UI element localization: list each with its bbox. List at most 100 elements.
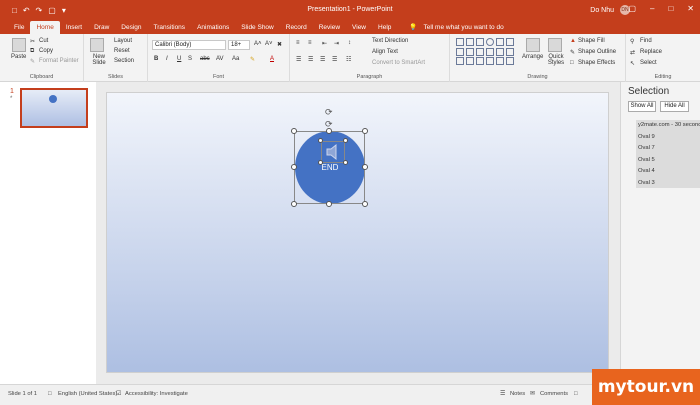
selection-item[interactable]: Oval 5 [636,155,700,167]
smartart-button[interactable]: Convert to SmartArt [372,60,425,66]
brush-icon[interactable]: ✎ [30,58,35,65]
shadow-icon[interactable]: S [188,56,192,62]
find-button[interactable]: Find [640,38,652,44]
minimize-icon[interactable]: – [650,4,654,13]
tab-view[interactable]: View [346,24,372,34]
shape-outline-button[interactable]: Shape Outline [578,49,616,55]
tab-slide-show[interactable]: Slide Show [235,24,280,34]
shape-fill-button[interactable]: Shape Fill [578,38,605,44]
shape-item[interactable] [506,57,514,66]
replace-button[interactable]: Replace [640,49,662,55]
align-left-icon[interactable]: ☰ [296,56,301,63]
shape-item[interactable] [486,47,494,56]
tab-home[interactable]: Home [30,21,60,34]
shape-item[interactable] [486,57,494,66]
italic-icon[interactable]: I [166,56,168,62]
normal-view-icon[interactable]: □ [574,391,578,397]
resize-handle[interactable] [362,128,368,134]
show-all-button[interactable]: Show All [628,101,656,112]
shape-item[interactable] [496,57,504,66]
shape-item[interactable] [476,47,484,56]
selection-item[interactable]: Oval 9 [636,132,700,144]
language[interactable]: English (United States) [58,391,117,397]
cut-button[interactable]: Cut [39,38,48,44]
shape-item[interactable] [456,47,464,56]
bold-icon[interactable]: B [154,56,158,62]
slide-thumbnail[interactable] [20,88,88,128]
shape-item[interactable] [456,57,464,66]
paste-button[interactable]: Paste [11,54,26,60]
reset-button[interactable]: Reset [114,48,130,54]
selection-item[interactable]: Oval 7 [636,143,700,155]
select-button[interactable]: Select [640,60,657,66]
align-center-icon[interactable]: ☰ [308,56,313,63]
shape-item[interactable] [496,47,504,56]
shape-item[interactable] [506,47,514,56]
resize-handle[interactable] [343,160,348,165]
scissors-icon[interactable]: ✂ [30,38,35,45]
shape-item[interactable] [496,38,504,46]
resize-handle[interactable] [291,128,297,134]
hide-all-button[interactable]: Hide All [660,101,689,112]
shape-item[interactable] [486,38,494,46]
decrease-font-icon[interactable]: A˅ [265,41,273,47]
shape-item[interactable] [476,57,484,66]
ribbon-display-icon[interactable]: ▢ [628,4,636,13]
increase-indent-icon[interactable]: ⇥ [334,40,339,47]
resize-handle[interactable] [318,160,323,165]
rotate-handle-icon[interactable]: ⟳ [325,107,333,118]
tab-review[interactable]: Review [313,24,346,34]
numbering-icon[interactable]: ≡ [308,40,312,46]
columns-icon[interactable]: ☷ [346,56,351,63]
maximize-icon[interactable]: □ [668,4,673,13]
selection-item[interactable]: Oval 3 [636,178,700,190]
tab-file[interactable]: File [8,24,30,34]
tab-help[interactable]: Help [372,24,397,34]
rotate-handle-icon[interactable]: ⟳ [325,119,333,130]
shape-item[interactable] [476,38,484,46]
change-case-icon[interactable]: Aa [232,56,239,62]
shape-item[interactable] [466,38,474,46]
resize-handle[interactable] [318,138,323,143]
tab-design[interactable]: Design [115,24,147,34]
resize-handle[interactable] [362,164,368,170]
copy-icon[interactable]: ⧉ [30,48,34,55]
shape-item[interactable] [466,47,474,56]
clear-formatting-icon[interactable]: ✖ [277,41,282,48]
align-text-button[interactable]: Align Text [372,49,398,55]
resize-handle[interactable] [343,138,348,143]
quick-styles-icon[interactable] [548,38,562,52]
tell-me-search[interactable]: Tell me what you want to do [423,24,509,34]
format-painter-button[interactable]: Format Painter [39,58,79,64]
shapes-gallery[interactable] [456,38,518,66]
selection-item[interactable]: y2mate.com - 30 seconds [636,120,700,132]
align-right-icon[interactable]: ☰ [320,56,325,63]
layout-button[interactable]: Layout [114,38,132,44]
start-from-beginning-icon[interactable]: ▢ [48,6,56,15]
copy-button[interactable]: Copy [39,48,53,54]
arrange-icon[interactable] [526,38,540,52]
undo-icon[interactable]: ↶ [23,6,30,15]
text-direction-button[interactable]: Text Direction [372,38,408,44]
shape-item[interactable] [466,57,474,66]
tab-animations[interactable]: Animations [191,24,235,34]
section-button[interactable]: Section [114,58,134,64]
selection-item[interactable]: Oval 4 [636,166,700,178]
justify-icon[interactable]: ☰ [332,56,337,63]
font-size-select[interactable]: 18+ [228,40,250,50]
customize-qat-icon[interactable]: ▾ [62,6,66,15]
increase-font-icon[interactable]: A˄ [254,41,262,47]
line-spacing-icon[interactable]: ↕ [348,40,351,46]
resize-handle[interactable] [326,201,332,207]
shape-item[interactable] [506,38,514,46]
new-slide-button[interactable]: New Slide [88,54,110,66]
tab-insert[interactable]: Insert [60,24,88,34]
proofing-icon[interactable]: □ [48,391,52,397]
resize-handle[interactable] [291,164,297,170]
paste-icon[interactable] [12,38,26,52]
shape-item[interactable] [456,38,464,46]
tab-record[interactable]: Record [280,24,313,34]
resize-handle[interactable] [291,201,297,207]
arrange-button[interactable]: Arrange [522,54,543,60]
accessibility-status[interactable]: Accessibility: Investigate [125,391,188,397]
